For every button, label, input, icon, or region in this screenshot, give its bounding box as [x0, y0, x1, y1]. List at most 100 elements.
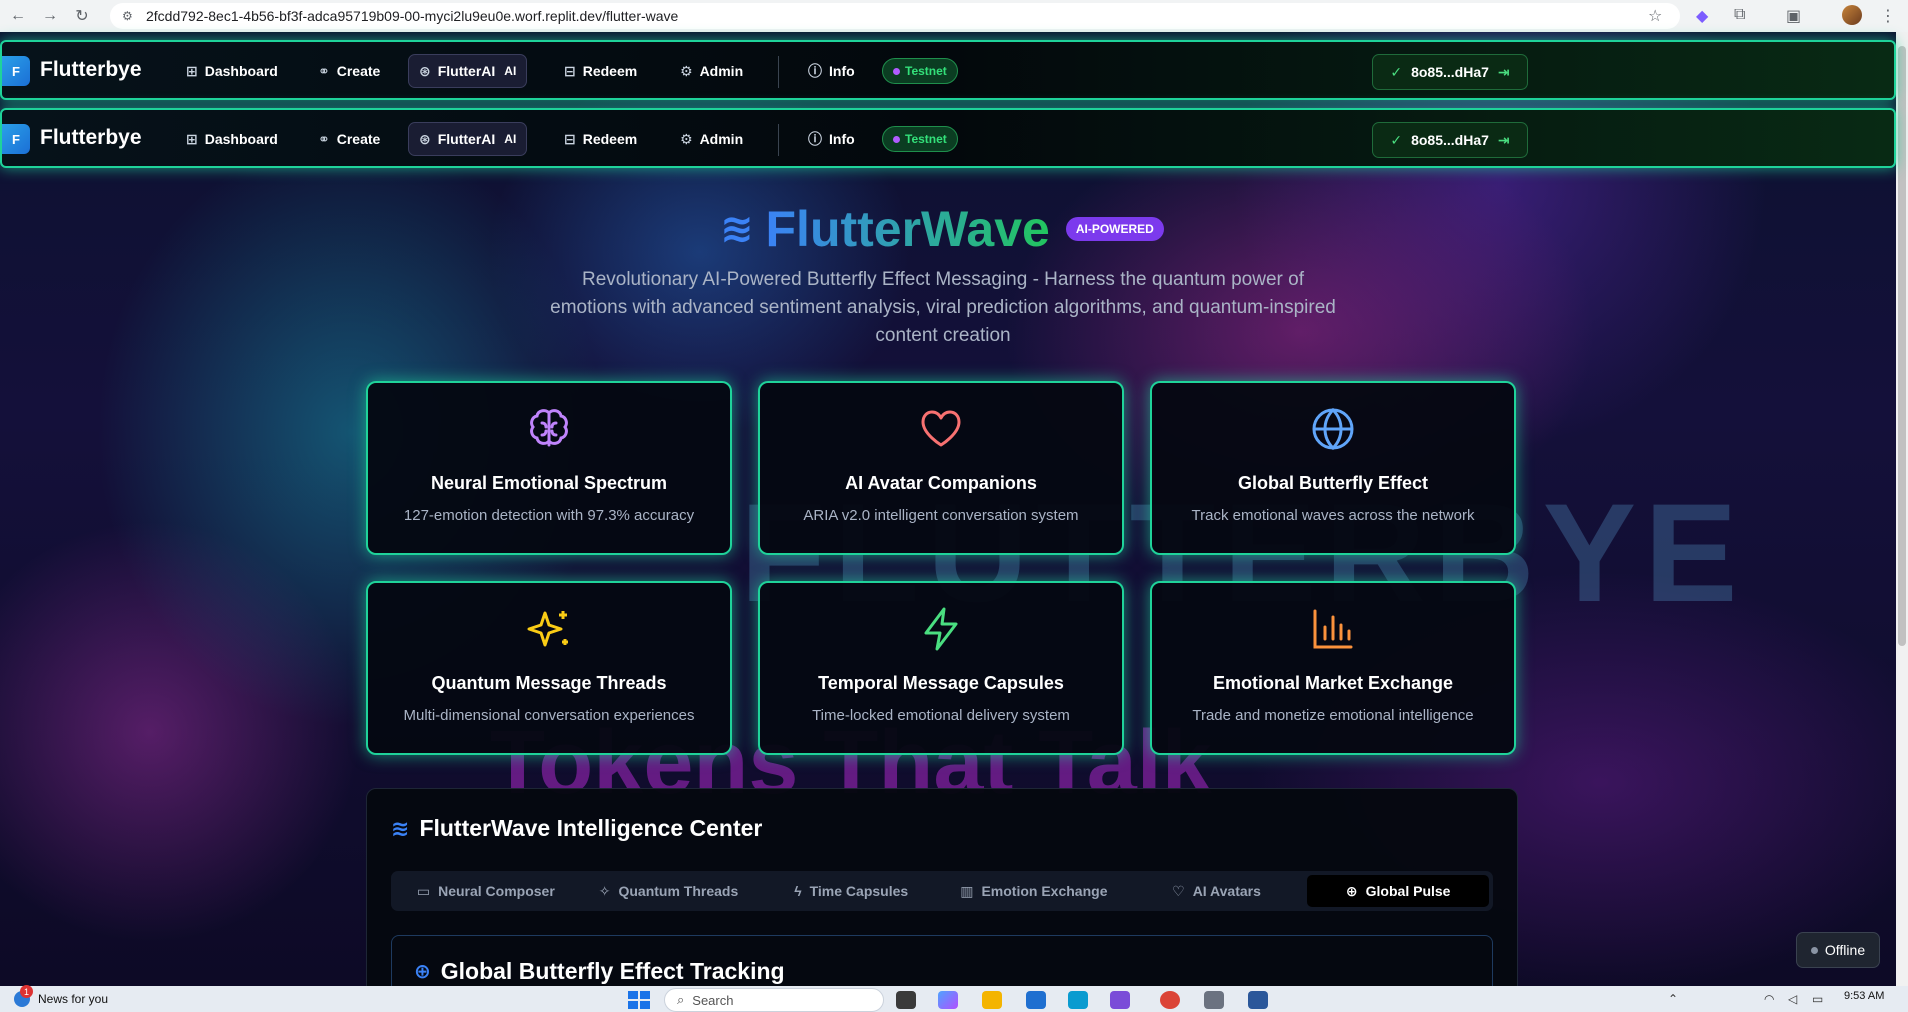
- clock[interactable]: 9:53 AM: [1844, 990, 1884, 1002]
- brand-name[interactable]: Flutterbye: [40, 126, 142, 150]
- settings-icon[interactable]: [1204, 991, 1224, 1009]
- feature-card-quantum[interactable]: Quantum Message Threads Multi-dimensiona…: [366, 581, 732, 755]
- feature-card-market[interactable]: Emotional Market Exchange Trade and mone…: [1150, 581, 1516, 755]
- gear-icon: ⚙: [680, 130, 693, 147]
- nav-flutterai[interactable]: ⊛ FlutterAI AI: [408, 122, 528, 156]
- heart-icon: [760, 405, 1122, 453]
- forward-icon[interactable]: →: [36, 2, 64, 30]
- intelligence-tabs: ▭ Neural Composer ✧ Quantum Threads ϟ Time …: [391, 871, 1493, 911]
- nav-admin[interactable]: ⚙ Admin: [670, 122, 753, 156]
- feature-title: Neural Emotional Spectrum: [430, 473, 668, 493]
- search-icon: ⌕: [677, 992, 685, 1007]
- news-widget[interactable]: 1 News for you: [14, 985, 108, 1007]
- url-text: 2fcdd792-8ec1-4b56-bf3f-adca95719b09-00-…: [146, 8, 679, 24]
- feature-card-temporal[interactable]: Temporal Message Capsules Time-locked em…: [758, 581, 1124, 755]
- nav-divider: [778, 56, 779, 88]
- nav-redeem[interactable]: ⊟ Redeem: [554, 122, 647, 156]
- site-info-icon[interactable]: ⚙: [122, 9, 133, 23]
- globe-icon: ⊕: [414, 961, 431, 983]
- word-icon[interactable]: [1248, 991, 1268, 1009]
- tab-emotion-exchange[interactable]: ▥ Emotion Exchange: [942, 875, 1126, 907]
- grid-icon: ⊞: [186, 130, 198, 147]
- feature-title: AI Avatar Companions: [845, 473, 1037, 493]
- nav-admin[interactable]: ⚙ Admin: [670, 54, 753, 88]
- wallet-button[interactable]: ✓ 8o85...dHa7 ⇥: [1372, 122, 1528, 158]
- gift-icon: ⊟: [564, 130, 576, 147]
- top-navbar: F Flutterbye ⊞ Dashboard ⚭ Create ⊛ Flutter…: [0, 40, 1896, 100]
- brand-name[interactable]: Flutterbye: [40, 58, 142, 82]
- extensions-puzzle-icon[interactable]: ⧉: [1734, 6, 1745, 24]
- hero-subtitle: Revolutionary AI-Powered Butterfly Effec…: [550, 269, 1336, 346]
- link-icon: ⚭: [318, 130, 330, 147]
- mail-icon[interactable]: [1026, 991, 1046, 1009]
- page-title: FlutterWave: [765, 201, 1050, 257]
- intelligence-center-panel: ≋ FlutterWave Intelligence Center ▭ Neura…: [366, 788, 1518, 1012]
- waves-icon: ≋: [391, 815, 410, 841]
- feature-title: Emotional Market Exchange: [1212, 673, 1454, 693]
- waves-icon: ≋: [720, 207, 754, 251]
- heart-icon: ♡: [1172, 882, 1185, 899]
- link-icon: ⚭: [318, 62, 330, 79]
- globe-icon: ⊕: [1345, 882, 1358, 899]
- edge-icon[interactable]: [1068, 991, 1088, 1009]
- feature-desc: Trade and monetize emotional intelligenc…: [1192, 707, 1474, 724]
- discord-icon[interactable]: [1110, 991, 1130, 1009]
- nav-dashboard[interactable]: ⊞ Dashboard: [176, 54, 288, 88]
- nav-create[interactable]: ⚭ Create: [308, 54, 390, 88]
- feature-card-avatar[interactable]: AI Avatar Companions ARIA v2.0 intellige…: [758, 381, 1124, 555]
- lightning-icon: [760, 605, 1122, 653]
- tab-global-pulse[interactable]: ⊕ Global Pulse: [1307, 875, 1490, 907]
- tab-ai-avatars[interactable]: ♡ AI Avatars: [1126, 875, 1308, 907]
- logout-icon[interactable]: ⇥: [1498, 132, 1510, 149]
- file-explorer-icon[interactable]: [982, 991, 1002, 1009]
- network-badge: Testnet: [882, 126, 958, 152]
- chrome-icon[interactable]: [1160, 991, 1180, 1009]
- task-view-icon[interactable]: [896, 991, 916, 1009]
- tab-neural-composer[interactable]: ▭ Neural Composer: [395, 875, 577, 907]
- network-badge: Testnet: [882, 58, 958, 84]
- logo-badge[interactable]: F: [2, 124, 30, 154]
- windows-start-icon[interactable]: [628, 991, 650, 1009]
- feature-desc: Track emotional waves across the network: [1191, 507, 1475, 524]
- extension-icon[interactable]: ◆: [1696, 6, 1708, 26]
- hero-title-row: ≋ FlutterWave AI-POWERED: [720, 200, 1164, 258]
- profile-avatar[interactable]: [1842, 5, 1862, 25]
- feature-card-global[interactable]: Global Butterfly Effect Track emotional …: [1150, 381, 1516, 555]
- tab-time-capsules[interactable]: ϟ Time Capsules: [760, 875, 942, 907]
- nav-dashboard[interactable]: ⊞ Dashboard: [176, 122, 288, 156]
- page-scrollbar[interactable]: [1896, 32, 1908, 986]
- logout-icon[interactable]: ⇥: [1498, 64, 1510, 81]
- back-icon[interactable]: ←: [4, 2, 32, 30]
- feature-title: Quantum Message Threads: [431, 673, 667, 693]
- message-icon: ▭: [416, 882, 431, 899]
- battery-icon[interactable]: ▭: [1812, 992, 1823, 1006]
- offline-status-badge[interactable]: Offline: [1796, 932, 1880, 968]
- global-tracking-title: Global Butterfly Effect Tracking: [440, 958, 785, 984]
- tab-quantum-threads[interactable]: ✧ Quantum Threads: [577, 875, 761, 907]
- nav-flutterai[interactable]: ⊛ FlutterAI AI: [408, 54, 528, 88]
- nav-redeem[interactable]: ⊟ Redeem: [554, 54, 647, 88]
- check-icon: ✓: [1390, 131, 1403, 148]
- address-bar[interactable]: ⚙ 2fcdd792-8ec1-4b56-bf3f-adca95719b09-0…: [110, 3, 1680, 29]
- wifi-icon[interactable]: ◠: [1764, 992, 1774, 1006]
- wallet-button[interactable]: ✓ 8o85...dHa7 ⇥: [1372, 54, 1528, 90]
- nav-create[interactable]: ⚭ Create: [308, 122, 390, 156]
- help-circle-icon: ⓘ: [808, 131, 822, 147]
- logo-badge[interactable]: F: [2, 56, 30, 86]
- scrollbar-thumb[interactable]: [1898, 46, 1906, 646]
- reload-icon[interactable]: ↻: [68, 2, 96, 30]
- copilot-icon[interactable]: [938, 991, 958, 1009]
- os-taskbar: 1 News for you ⌕ Search ⌃ ◠ ◁ ▭ 9:53 AM: [0, 985, 1908, 1012]
- bookmark-star-icon[interactable]: ☆: [1648, 6, 1662, 26]
- nav-info[interactable]: ⓘ Info: [798, 54, 865, 88]
- volume-icon[interactable]: ◁: [1788, 992, 1797, 1006]
- feature-title: Global Butterfly Effect: [1237, 473, 1429, 493]
- globe-icon: [1152, 405, 1514, 453]
- browser-menu-icon[interactable]: ⋮: [1880, 6, 1896, 26]
- feature-card-neural[interactable]: Neural Emotional Spectrum 127-emotion de…: [366, 381, 732, 555]
- tab-search-icon[interactable]: ▣: [1786, 6, 1801, 26]
- chevron-up-icon[interactable]: ⌃: [1668, 992, 1678, 1006]
- status-dot: [1810, 946, 1818, 954]
- taskbar-search[interactable]: ⌕ Search: [664, 988, 884, 1012]
- nav-info[interactable]: ⓘ Info: [798, 122, 865, 156]
